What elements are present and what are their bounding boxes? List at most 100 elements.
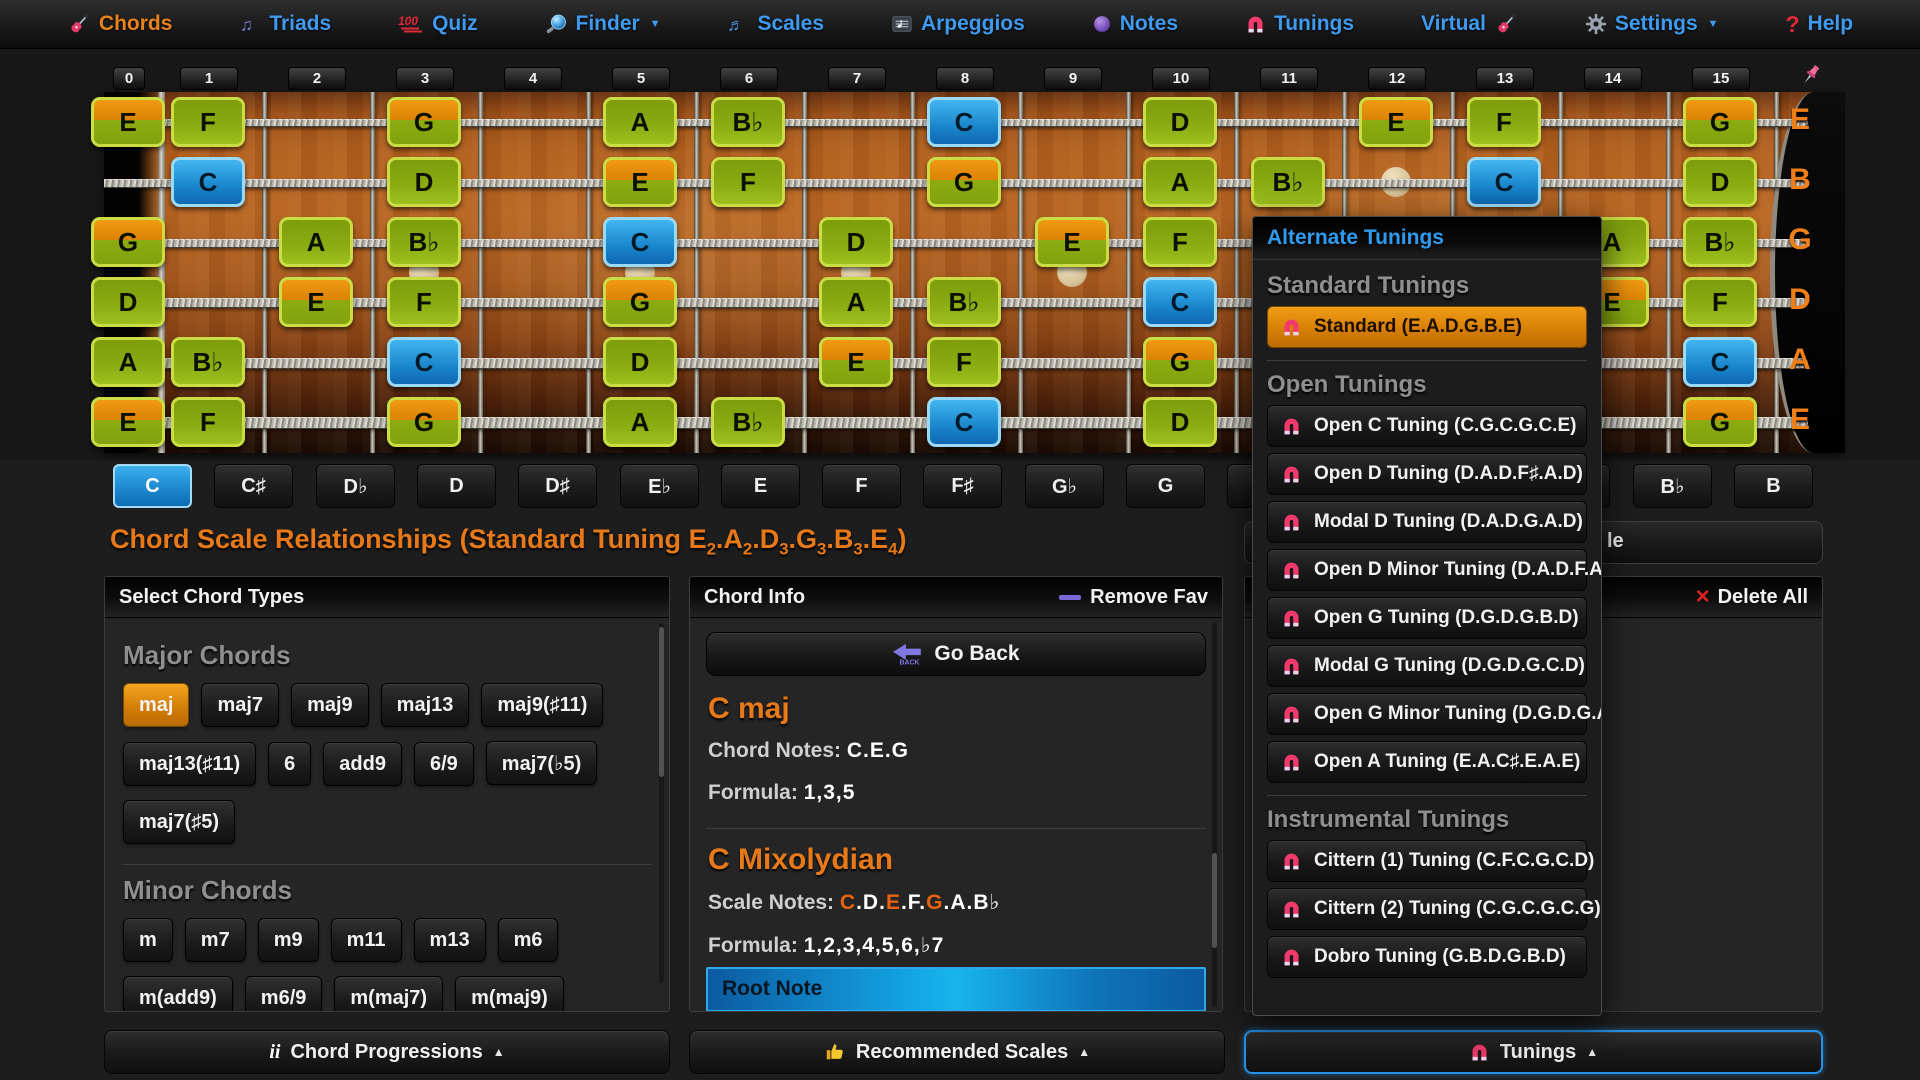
tuning-item-dobro-tuning[interactable]: Dobro Tuning (G.B.D.G.B.D) <box>1267 936 1587 978</box>
marker-f-s1-f1[interactable]: F <box>171 97 245 147</box>
marker-b♭-s3-f3[interactable]: B♭ <box>387 217 461 267</box>
nav-item-arpeggios[interactable]: Arpeggios <box>891 12 1025 36</box>
go-back-button[interactable]: BACK Go Back <box>706 632 1206 676</box>
marker-b♭-s2-f11[interactable]: B♭ <box>1251 157 1325 207</box>
note-button-b♭[interactable]: B♭ <box>1633 464 1712 508</box>
marker-d-s5-f5[interactable]: D <box>603 337 677 387</box>
tuning-item-modal-d-tuning[interactable]: Modal D Tuning (D.A.D.G.A.D) <box>1267 501 1587 543</box>
chord-type-button-maj7(♭5)[interactable]: maj7(♭5) <box>486 741 597 785</box>
marker-g-s6-f15[interactable]: G <box>1683 397 1757 447</box>
marker-b♭-s5-f1[interactable]: B♭ <box>171 337 245 387</box>
nav-item-finder[interactable]: Finder▼ <box>545 12 661 36</box>
chord-type-button-m11[interactable]: m11 <box>331 918 402 962</box>
marker-g-s2-f8[interactable]: G <box>927 157 1001 207</box>
marker-c-s4-f10[interactable]: C <box>1143 277 1217 327</box>
marker-g-s3-f0[interactable]: G <box>91 217 165 267</box>
marker-c-s5-f3[interactable]: C <box>387 337 461 387</box>
note-button-f[interactable]: F <box>822 464 901 508</box>
chord-type-button-maj9[interactable]: maj9 <box>291 683 369 727</box>
nav-item-settings[interactable]: Settings▼ <box>1585 12 1719 36</box>
tuning-item-open-d-tuning[interactable]: Open D Tuning (D.A.D.F♯.A.D) <box>1267 453 1587 495</box>
nav-item-help[interactable]: ?Help <box>1785 12 1853 36</box>
nav-item-triads[interactable]: ♫Triads <box>239 12 331 36</box>
marker-a-s5-f0[interactable]: A <box>91 337 165 387</box>
marker-c-s2-f13[interactable]: C <box>1467 157 1541 207</box>
chord-type-button-m9[interactable]: m9 <box>258 918 319 962</box>
marker-e-s1-f0[interactable]: E <box>91 97 165 147</box>
marker-d-s2-f3[interactable]: D <box>387 157 461 207</box>
marker-d-s1-f10[interactable]: D <box>1143 97 1217 147</box>
bottom-button-chord-progressions[interactable]: iiChord Progressions▲ <box>104 1030 670 1074</box>
bottom-button-recommended-scales[interactable]: Recommended Scales▲ <box>689 1030 1225 1074</box>
note-button-f♯[interactable]: F♯ <box>923 464 1002 508</box>
marker-c-s3-f5[interactable]: C <box>603 217 677 267</box>
marker-b♭-s1-f6[interactable]: B♭ <box>711 97 785 147</box>
chord-type-button-maj[interactable]: maj <box>123 683 189 727</box>
marker-f-s4-f3[interactable]: F <box>387 277 461 327</box>
nav-item-virtual[interactable]: Virtual <box>1421 12 1518 36</box>
note-button-d♯[interactable]: D♯ <box>518 464 597 508</box>
chord-type-button-m7[interactable]: m7 <box>185 918 246 962</box>
chord-type-button-maj13(♯11)[interactable]: maj13(♯11) <box>123 742 256 786</box>
chord-types-scrollbar[interactable] <box>659 623 664 983</box>
marker-g-s6-f3[interactable]: G <box>387 397 461 447</box>
marker-c-s1-f8[interactable]: C <box>927 97 1001 147</box>
chord-type-button-maj9(♯11)[interactable]: maj9(♯11) <box>481 683 603 727</box>
note-button-c♯[interactable]: C♯ <box>214 464 293 508</box>
marker-f-s2-f6[interactable]: F <box>711 157 785 207</box>
note-button-e[interactable]: E <box>721 464 800 508</box>
nav-item-quiz[interactable]: 100Quiz <box>398 12 478 36</box>
marker-b♭-s4-f8[interactable]: B♭ <box>927 277 1001 327</box>
chord-info-scrollbar[interactable] <box>1212 623 1217 1007</box>
chord-type-button-maj7(♯5)[interactable]: maj7(♯5) <box>123 800 235 844</box>
chord-type-button-m6[interactable]: m6 <box>498 918 559 962</box>
tuning-item-modal-g-tuning[interactable]: Modal G Tuning (D.G.D.G.C.D) <box>1267 645 1587 687</box>
tuning-item-open-a-tuning[interactable]: Open A Tuning (E.A.C♯.E.A.E) <box>1267 741 1587 783</box>
chord-type-button-m(add9)[interactable]: m(add9) <box>123 976 233 1012</box>
marker-e-s2-f5[interactable]: E <box>603 157 677 207</box>
chord-type-button-m6/9[interactable]: m6/9 <box>245 976 323 1012</box>
marker-d-s4-f0[interactable]: D <box>91 277 165 327</box>
note-button-e♭[interactable]: E♭ <box>620 464 699 508</box>
tuning-item-open-g-tuning[interactable]: Open G Tuning (D.G.D.G.B.D) <box>1267 597 1587 639</box>
nav-item-tunings[interactable]: Tunings <box>1245 12 1354 36</box>
marker-a-s2-f10[interactable]: A <box>1143 157 1217 207</box>
note-button-d♭[interactable]: D♭ <box>316 464 395 508</box>
marker-e-s5-f7[interactable]: E <box>819 337 893 387</box>
note-button-b[interactable]: B <box>1734 464 1813 508</box>
marker-a-s4-f7[interactable]: A <box>819 277 893 327</box>
marker-d-s2-f15[interactable]: D <box>1683 157 1757 207</box>
marker-a-s6-f5[interactable]: A <box>603 397 677 447</box>
marker-f-s5-f8[interactable]: F <box>927 337 1001 387</box>
marker-g-s5-f10[interactable]: G <box>1143 337 1217 387</box>
pushpin-icon[interactable] <box>1796 62 1824 95</box>
chord-type-button-m[interactable]: m <box>123 918 173 962</box>
marker-f-s4-f15[interactable]: F <box>1683 277 1757 327</box>
marker-f-s3-f10[interactable]: F <box>1143 217 1217 267</box>
chord-type-button-6[interactable]: 6 <box>268 742 311 786</box>
marker-f-s1-f13[interactable]: F <box>1467 97 1541 147</box>
chord-type-button-6/9[interactable]: 6/9 <box>414 742 474 786</box>
chord-type-button-m(maj7)[interactable]: m(maj7) <box>334 976 443 1012</box>
marker-g-s4-f5[interactable]: G <box>603 277 677 327</box>
remove-fav-button[interactable]: Remove Fav <box>1059 586 1208 609</box>
delete-all-button[interactable]: × Delete All <box>1696 585 1808 609</box>
marker-a-s1-f5[interactable]: A <box>603 97 677 147</box>
marker-b♭-s3-f15[interactable]: B♭ <box>1683 217 1757 267</box>
tuning-item-open-g-minor-tuning[interactable]: Open G Minor Tuning (D.G.D.G.A♯.D) <box>1267 693 1587 735</box>
tuning-item-standard[interactable]: Standard (E.A.D.G.B.E) <box>1267 306 1587 348</box>
marker-d-s6-f10[interactable]: D <box>1143 397 1217 447</box>
chord-type-button-m13[interactable]: m13 <box>414 918 486 962</box>
note-button-c[interactable]: C <box>113 464 192 508</box>
marker-g-s1-f15[interactable]: G <box>1683 97 1757 147</box>
marker-a-s3-f2[interactable]: A <box>279 217 353 267</box>
marker-d-s3-f7[interactable]: D <box>819 217 893 267</box>
chord-type-button-add9[interactable]: add9 <box>323 742 402 786</box>
nav-item-chords[interactable]: Chords <box>67 12 173 36</box>
note-button-d[interactable]: D <box>417 464 496 508</box>
note-button-g[interactable]: G <box>1126 464 1205 508</box>
chord-type-button-m(maj9)[interactable]: m(maj9) <box>455 976 564 1012</box>
chord-type-button-maj13[interactable]: maj13 <box>381 683 470 727</box>
marker-b♭-s6-f6[interactable]: B♭ <box>711 397 785 447</box>
tuning-item-open-d-minor-tuning[interactable]: Open D Minor Tuning (D.A.D.F.A.D) <box>1267 549 1587 591</box>
